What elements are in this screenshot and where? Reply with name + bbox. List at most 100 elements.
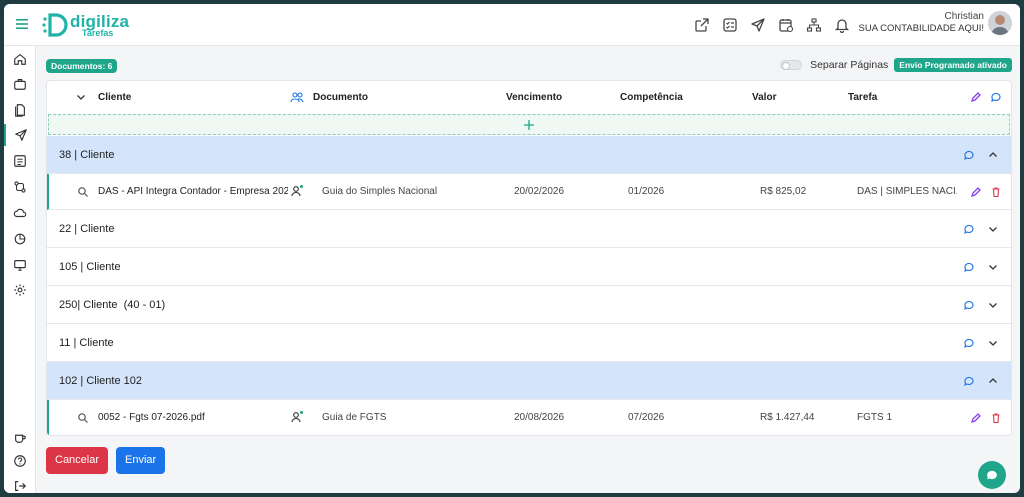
- monitor-icon: [14, 260, 26, 271]
- logo-name: digiliza: [70, 11, 130, 31]
- home-icon: [14, 53, 26, 65]
- main-content: Documentos: 6 Separar Páginas Envio Prog…: [46, 46, 1012, 493]
- client-group-38[interactable]: 38 | Cliente: [47, 136, 1011, 174]
- chevron-down-icon[interactable]: [987, 337, 999, 349]
- sitemap-icon[interactable]: [804, 15, 824, 35]
- chevron-up-icon[interactable]: [987, 375, 999, 387]
- client-group-label: 105 | Cliente: [59, 260, 121, 273]
- client-group-22[interactable]: 22 | Cliente: [47, 210, 1011, 248]
- chevron-down-icon[interactable]: [987, 261, 999, 273]
- client-group-label: 102 | Cliente 102: [59, 374, 142, 387]
- sidebar-item-cloud[interactable]: [4, 202, 36, 224]
- client-group-label: 250| Cliente (40 - 01): [59, 298, 166, 311]
- git-compare-icon: [14, 181, 26, 193]
- chat-button[interactable]: [978, 461, 1006, 489]
- client-group-label: 38 | Cliente: [59, 148, 115, 161]
- assigned-user-icon[interactable]: [290, 184, 304, 198]
- sidebar-item-coffee[interactable]: [4, 426, 36, 448]
- user-menu[interactable]: Christian SUA CONTABILIDADE AQUI!: [859, 11, 1012, 35]
- comment-icon[interactable]: [963, 299, 975, 311]
- cell-valor: R$ 1.427,44: [760, 412, 815, 423]
- edit-icon[interactable]: [970, 186, 982, 198]
- logo-icon: [42, 13, 68, 37]
- documents-table: Cliente Documento Vencimento Competência…: [46, 80, 1012, 436]
- send-button[interactable]: Enviar: [116, 447, 166, 474]
- analytics-icon: [14, 233, 26, 245]
- user-name: Christian: [944, 11, 984, 22]
- column-header-cliente[interactable]: Cliente: [98, 81, 131, 114]
- calendar-doc-icon[interactable]: [776, 15, 796, 35]
- chat-icon: [987, 470, 997, 480]
- chevron-up-icon[interactable]: [987, 149, 999, 161]
- trash-icon[interactable]: [990, 186, 1002, 198]
- bell-icon[interactable]: [832, 15, 852, 35]
- logo[interactable]: digiliza Tarefas: [42, 9, 129, 41]
- column-header-valor[interactable]: Valor: [752, 81, 776, 114]
- cell-vencimento: 20/08/2026: [514, 412, 565, 423]
- search-icon[interactable]: [77, 186, 89, 198]
- cell-competencia: 07/2026: [628, 412, 665, 423]
- table-row[interactable]: DAS - API Integra Contador - Empresa 202…: [47, 174, 1011, 210]
- top-bar: digiliza Tarefas Christian SUA CONTABILI…: [4, 4, 1020, 46]
- assigned-user-icon[interactable]: [290, 410, 304, 424]
- table-row[interactable]: 0052 - Fgts 07-2026.pdf Guia de FGTS 20/…: [47, 400, 1011, 435]
- plus-icon: [524, 119, 534, 130]
- sidebar-item-analytics[interactable]: [4, 228, 36, 250]
- cell-vencimento: 20/02/2026: [514, 186, 565, 197]
- avatar[interactable]: [988, 11, 1012, 35]
- cell-tarefa: FGTS 1: [857, 412, 893, 423]
- sidebar-item-help[interactable]: [4, 450, 36, 472]
- add-document-row[interactable]: [48, 114, 1010, 135]
- comment-icon[interactable]: [963, 223, 975, 235]
- cell-valor: R$ 825,02: [760, 186, 807, 197]
- column-header-vencimento[interactable]: Vencimento: [506, 81, 562, 114]
- edit-all-icon[interactable]: [970, 91, 982, 103]
- sidebar: [4, 46, 36, 493]
- send-icon: [15, 129, 27, 141]
- cell-cliente: 0052 - Fgts 07-2026.pdf: [98, 412, 205, 423]
- client-group-250[interactable]: 250| Cliente (40 - 01): [47, 286, 1011, 324]
- sidebar-item-list[interactable]: [4, 150, 36, 172]
- cancel-button[interactable]: Cancelar: [46, 447, 109, 474]
- separate-pages-label: Separar Páginas: [810, 59, 889, 71]
- help-icon: [14, 455, 26, 467]
- edit-icon[interactable]: [970, 412, 982, 424]
- sidebar-item-settings[interactable]: [4, 279, 36, 301]
- separate-pages-toggle[interactable]: [780, 60, 803, 70]
- users-icon[interactable]: [290, 91, 304, 103]
- column-header-documento[interactable]: Documento: [313, 81, 368, 114]
- comment-icon[interactable]: [963, 375, 975, 387]
- comment-icon[interactable]: [963, 261, 975, 273]
- comments-all-icon[interactable]: [990, 91, 1002, 103]
- comment-icon[interactable]: [963, 149, 975, 161]
- sidebar-item-monitor[interactable]: [4, 254, 36, 276]
- sidebar-item-documents[interactable]: [4, 99, 36, 121]
- cell-tarefa: DAS | SIMPLES NACI...: [857, 186, 957, 197]
- send-icon[interactable]: [748, 15, 768, 35]
- top-toolbar: [692, 15, 860, 35]
- sidebar-item-home[interactable]: [4, 48, 36, 70]
- sidebar-item-send[interactable]: [4, 124, 36, 146]
- documents-icon: [15, 104, 25, 117]
- chevron-down-icon[interactable]: [987, 299, 999, 311]
- documents-count-badge: Documentos: 6: [46, 59, 118, 73]
- sidebar-item-compare[interactable]: [4, 176, 36, 198]
- external-link-icon[interactable]: [692, 15, 712, 35]
- client-group-102[interactable]: 102 | Cliente 102: [47, 362, 1011, 400]
- checklist-icon[interactable]: [720, 15, 740, 35]
- logout-icon: [15, 481, 27, 491]
- client-group-105[interactable]: 105 | Cliente: [47, 248, 1011, 286]
- chevron-down-icon[interactable]: [987, 223, 999, 235]
- app-window: digiliza Tarefas Christian SUA CONTABILI…: [4, 4, 1020, 493]
- settings-icon: [14, 284, 26, 296]
- comment-icon[interactable]: [963, 337, 975, 349]
- sidebar-item-logout[interactable]: [4, 475, 36, 493]
- column-header-competencia[interactable]: Competência: [620, 81, 683, 114]
- search-icon[interactable]: [77, 412, 89, 424]
- client-group-11[interactable]: 11 | Cliente: [47, 324, 1011, 362]
- menu-icon[interactable]: [14, 16, 30, 32]
- trash-icon[interactable]: [990, 412, 1002, 424]
- sidebar-item-briefcase[interactable]: [4, 73, 36, 95]
- column-header-tarefa[interactable]: Tarefa: [848, 81, 877, 114]
- collapse-all-icon[interactable]: [75, 91, 87, 103]
